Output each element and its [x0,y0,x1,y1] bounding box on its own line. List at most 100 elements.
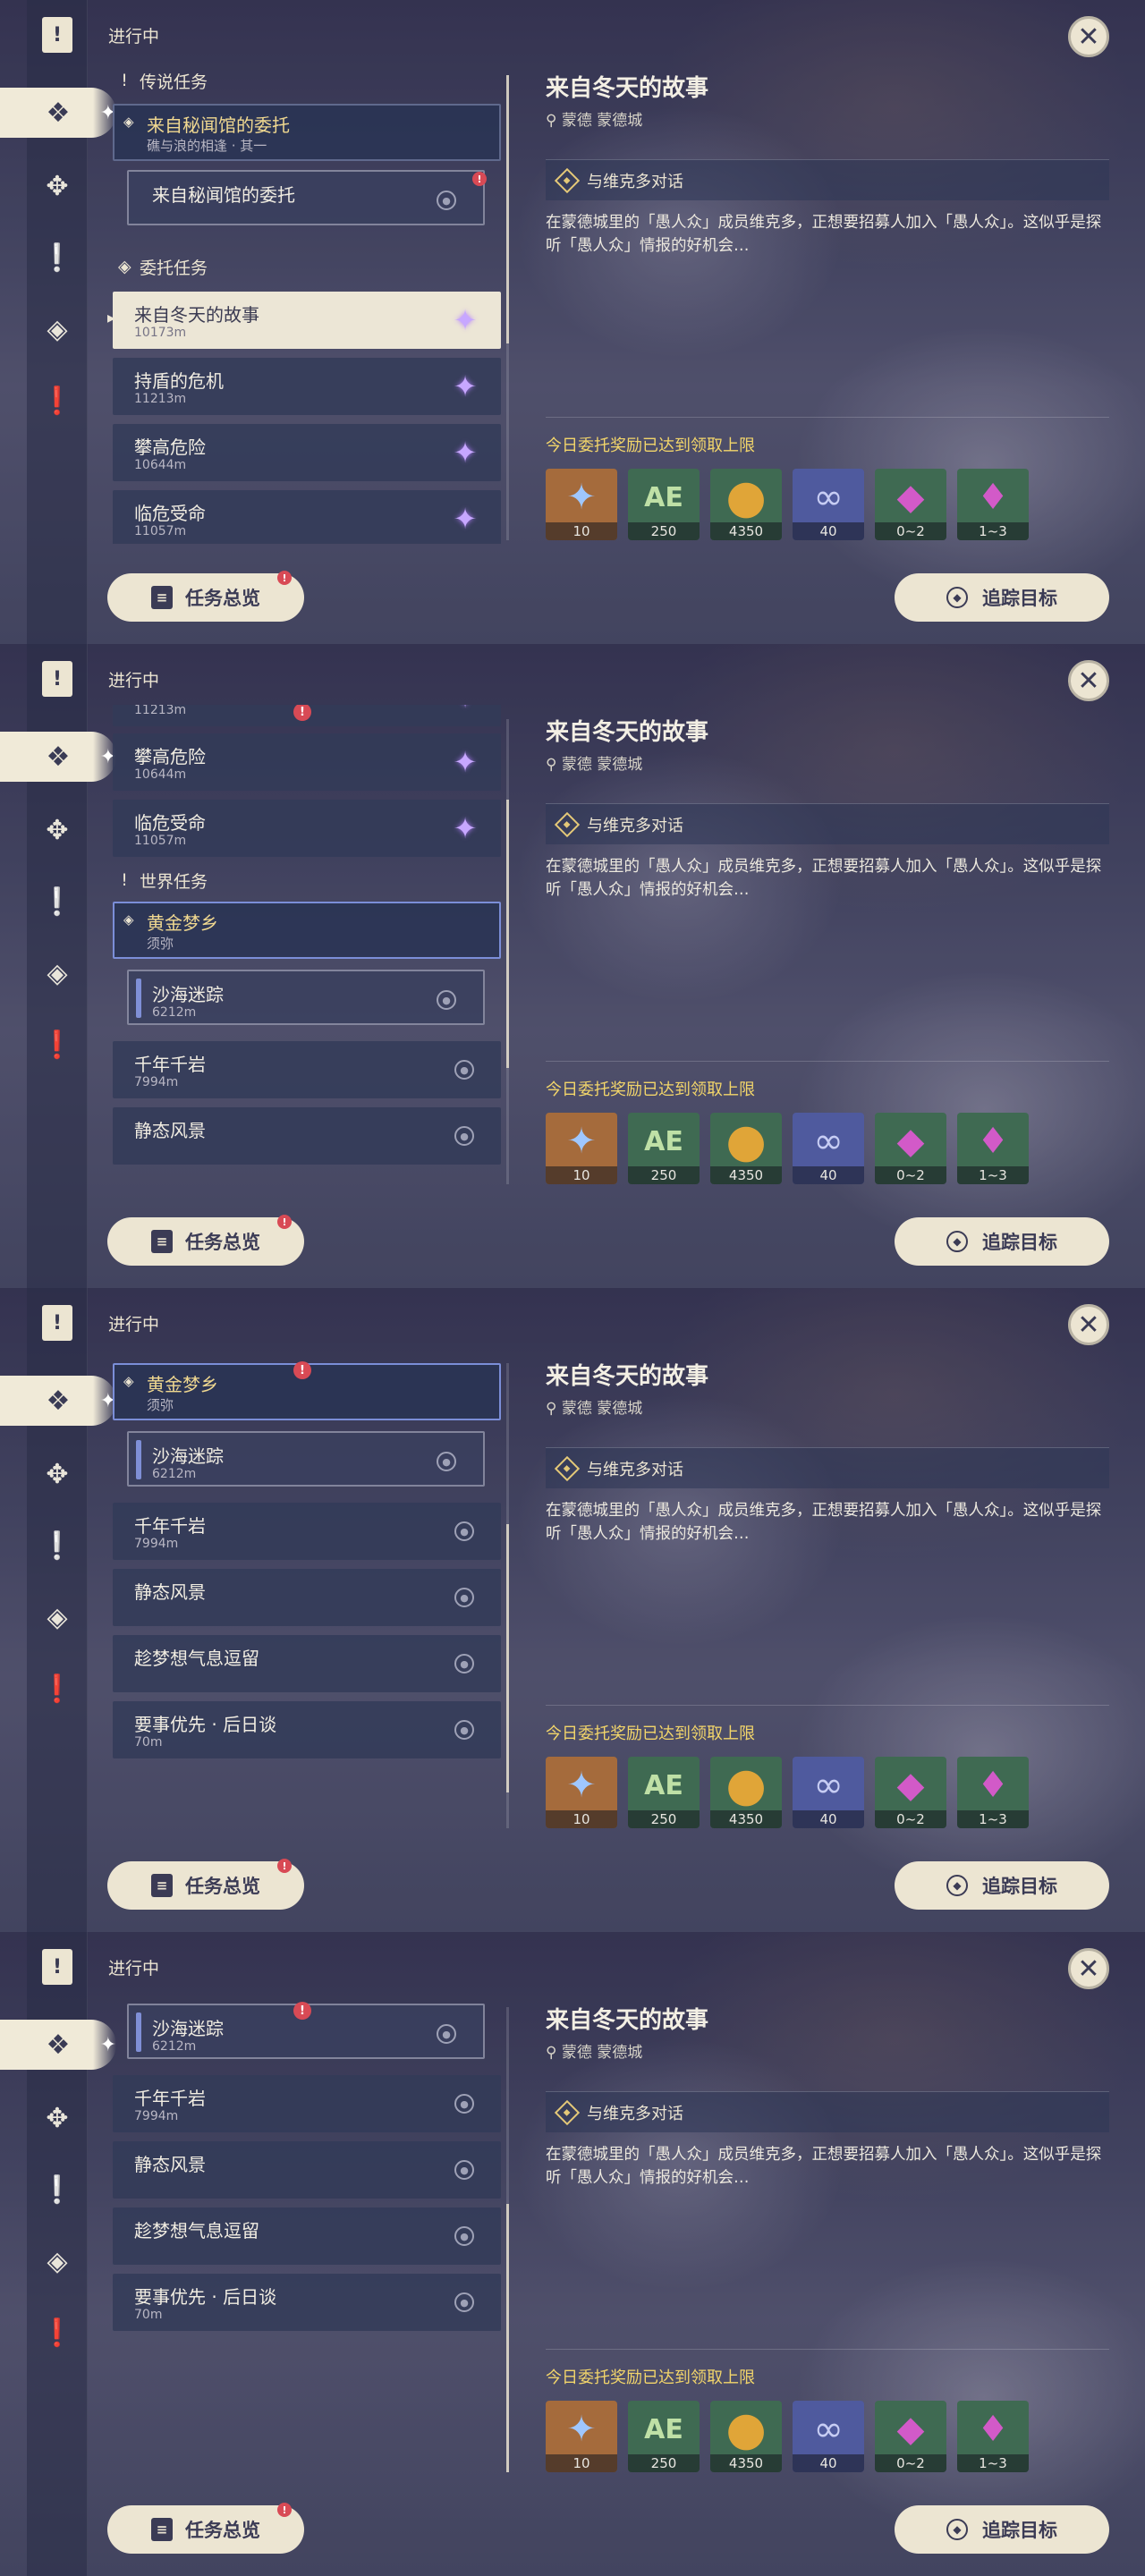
quest-item-commission-4[interactable]: 临危受命 11057m ✦ [113,490,501,544]
quest-item-legend-sub[interactable]: 来自秘闻馆的委托 ● [127,170,485,225]
location-pin-icon[interactable]: ● [454,1126,474,1146]
quest-item-commission-3[interactable]: 攀高危险 10644m ✦ [113,733,501,791]
story-quest-icon[interactable]: ✥ [27,805,88,855]
commission-icon[interactable]: ◈ [27,304,88,354]
quest-group-legend[interactable]: ◈ 来自秘闻馆的委托 礁与浪的相逢 · 其一 [113,104,501,161]
reward-item[interactable]: ◆ 0~2 [875,1757,946,1828]
reward-item[interactable]: ✦ 10 [546,1113,617,1184]
commission-icon[interactable]: ◈ [27,1592,88,1642]
reward-item[interactable]: AE 250 [628,469,700,540]
quest-item-world-2[interactable]: 静态风景 ● [113,1569,501,1626]
event-quest-icon[interactable]: ❗ [27,2308,88,2358]
location-pin-icon[interactable]: ● [437,2024,456,2044]
quest-group-world[interactable]: ◈ 黄金梦乡 须弥 [113,902,501,959]
archon-quest-icon[interactable]: ❖ [0,1376,116,1426]
location-pin-icon[interactable]: ● [454,1521,474,1541]
reward-item[interactable]: ● 4350 [710,1757,782,1828]
quest-item-world-2[interactable]: 静态风景 ● [113,1107,501,1165]
reward-item[interactable]: ♦ 1~3 [957,1757,1029,1828]
quest-item-world-sub[interactable]: 沙海迷踪 6212m ● [127,1431,485,1487]
location-pin-icon[interactable]: ● [437,990,456,1010]
location-pin-icon[interactable]: ● [454,1060,474,1080]
reward-item[interactable]: ∞ 40 [793,469,864,540]
reward-item[interactable]: ∞ 40 [793,2401,864,2472]
quest-list-scrollbar[interactable] [506,719,509,1184]
location-pin-icon[interactable]: ● [454,2160,474,2180]
quest-item-world-4[interactable]: 要事优先 · 后日谈 70m ● [113,2274,501,2331]
location-pin-icon[interactable]: ● [454,1588,474,1607]
location-pin-icon[interactable]: ● [454,2226,474,2246]
quest-item-world-3[interactable]: 趁梦想气息逗留 ● [113,1635,501,1692]
world-quest-icon[interactable]: ❕ [27,233,88,283]
quest-list-scrollbar[interactable] [506,75,509,540]
quest-item-world-1[interactable]: 千年千岩 7994m ● [113,2075,501,2132]
world-quest-icon[interactable]: ❕ [27,1521,88,1571]
story-quest-icon[interactable]: ✥ [27,1449,88,1499]
reward-item[interactable]: ● 4350 [710,469,782,540]
location-pin-icon[interactable]: ● [437,191,456,210]
reward-item[interactable]: ✦ 10 [546,469,617,540]
quest-list-scrollbar[interactable] [506,1363,509,1828]
reward-item[interactable]: AE 250 [628,2401,700,2472]
reward-item[interactable]: ♦ 1~3 [957,1113,1029,1184]
story-quest-icon[interactable]: ✥ [27,161,88,211]
reward-item[interactable]: AE 250 [628,1757,700,1828]
quest-item-commission-4[interactable]: 临危受命 11057m ✦ [113,800,501,857]
reward-item[interactable]: ● 4350 [710,2401,782,2472]
commission-icon[interactable]: ◈ [27,948,88,998]
quest-item-commission-2[interactable]: 持盾的危机 11213m ✦ [113,358,501,415]
location-pin-icon[interactable]: ● [454,2292,474,2312]
location-pin-icon[interactable]: ● [454,1654,474,1674]
quest-list: 11213m ✦ ! 攀高危险 10644m ✦ 临危受命 11057m ✦ !… [107,705,501,1188]
quest-title: 来自秘闻馆的委托 [147,114,290,136]
commission-gem-icon: ✦ [453,436,478,470]
quest-item-world-4[interactable]: 要事优先 · 后日谈 70m ● [113,1701,501,1758]
event-quest-icon[interactable]: ❗ [27,1664,88,1714]
reward-item[interactable]: ✦ 10 [546,1757,617,1828]
reward-item[interactable]: ◆ 0~2 [875,2401,946,2472]
world-quest-icon[interactable]: ❕ [27,877,88,927]
reward-item[interactable]: ∞ 40 [793,1757,864,1828]
quest-overview-button[interactable]: ≡ 任务总览 [107,573,304,622]
reward-item[interactable]: ♦ 1~3 [957,2401,1029,2472]
quest-book-icon[interactable]: ! [27,1301,88,1345]
reward-item[interactable]: ◆ 0~2 [875,1113,946,1184]
primogem-icon: ✦ [566,2409,597,2450]
archon-quest-icon[interactable]: ❖ [0,732,116,782]
list-icon: ≡ [151,2518,173,2541]
archon-quest-icon[interactable]: ❖ [0,2020,116,2070]
reward-item[interactable]: ♦ 1~3 [957,469,1029,540]
location-pin-icon[interactable]: ● [454,1720,474,1740]
list-icon: ≡ [151,1230,173,1253]
quest-item-world-1[interactable]: 千年千岩 7994m ● [113,1503,501,1560]
story-quest-icon[interactable]: ✥ [27,2093,88,2143]
quest-overview-button[interactable]: ≡ 任务总览 [107,1861,304,1910]
quest-item-world-2[interactable]: 静态风景 ● [113,2141,501,2199]
quest-overview-button[interactable]: ≡ 任务总览 [107,2505,304,2554]
reward-item[interactable]: ● 4350 [710,1113,782,1184]
reward-item[interactable]: AE 250 [628,1113,700,1184]
quest-item-world-3[interactable]: 趁梦想气息逗留 ● [113,2207,501,2265]
event-quest-icon[interactable]: ❗ [27,376,88,426]
commission-gem-icon: ✦ [453,745,478,779]
quest-overview-button[interactable]: ≡ 任务总览 [107,1217,304,1266]
archon-quest-icon[interactable]: ❖ [0,88,116,138]
quest-book-icon[interactable]: ! [27,1945,88,1989]
quest-item-commission-1[interactable]: 来自冬天的故事 10173m ✦ [107,292,501,349]
quest-list-scrollbar[interactable] [506,2007,509,2472]
quest-book-icon[interactable]: ! [27,13,88,57]
quest-item-world-sub[interactable]: 沙海迷踪 6212m ● [127,970,485,1025]
list-icon: ≡ [151,586,173,609]
quest-book-icon[interactable]: ! [27,657,88,701]
reward-item[interactable]: ✦ 10 [546,2401,617,2472]
commission-icon[interactable]: ◈ [27,2236,88,2286]
quest-item-commission-3[interactable]: 攀高危险 10644m ✦ [113,424,501,481]
location-pin-icon[interactable]: ● [437,1452,456,1471]
reward-item[interactable]: ◆ 0~2 [875,469,946,540]
world-quest-icon[interactable]: ❕ [27,2165,88,2215]
quest-item-world-1[interactable]: 千年千岩 7994m ● [113,1041,501,1098]
quest-list: ◈ 黄金梦乡 须弥 ! 沙海迷踪 6212m ● 千年千岩 7994m ● 静态… [107,1349,501,1832]
event-quest-icon[interactable]: ❗ [27,1020,88,1070]
location-pin-icon[interactable]: ● [454,2094,474,2114]
reward-item[interactable]: ∞ 40 [793,1113,864,1184]
